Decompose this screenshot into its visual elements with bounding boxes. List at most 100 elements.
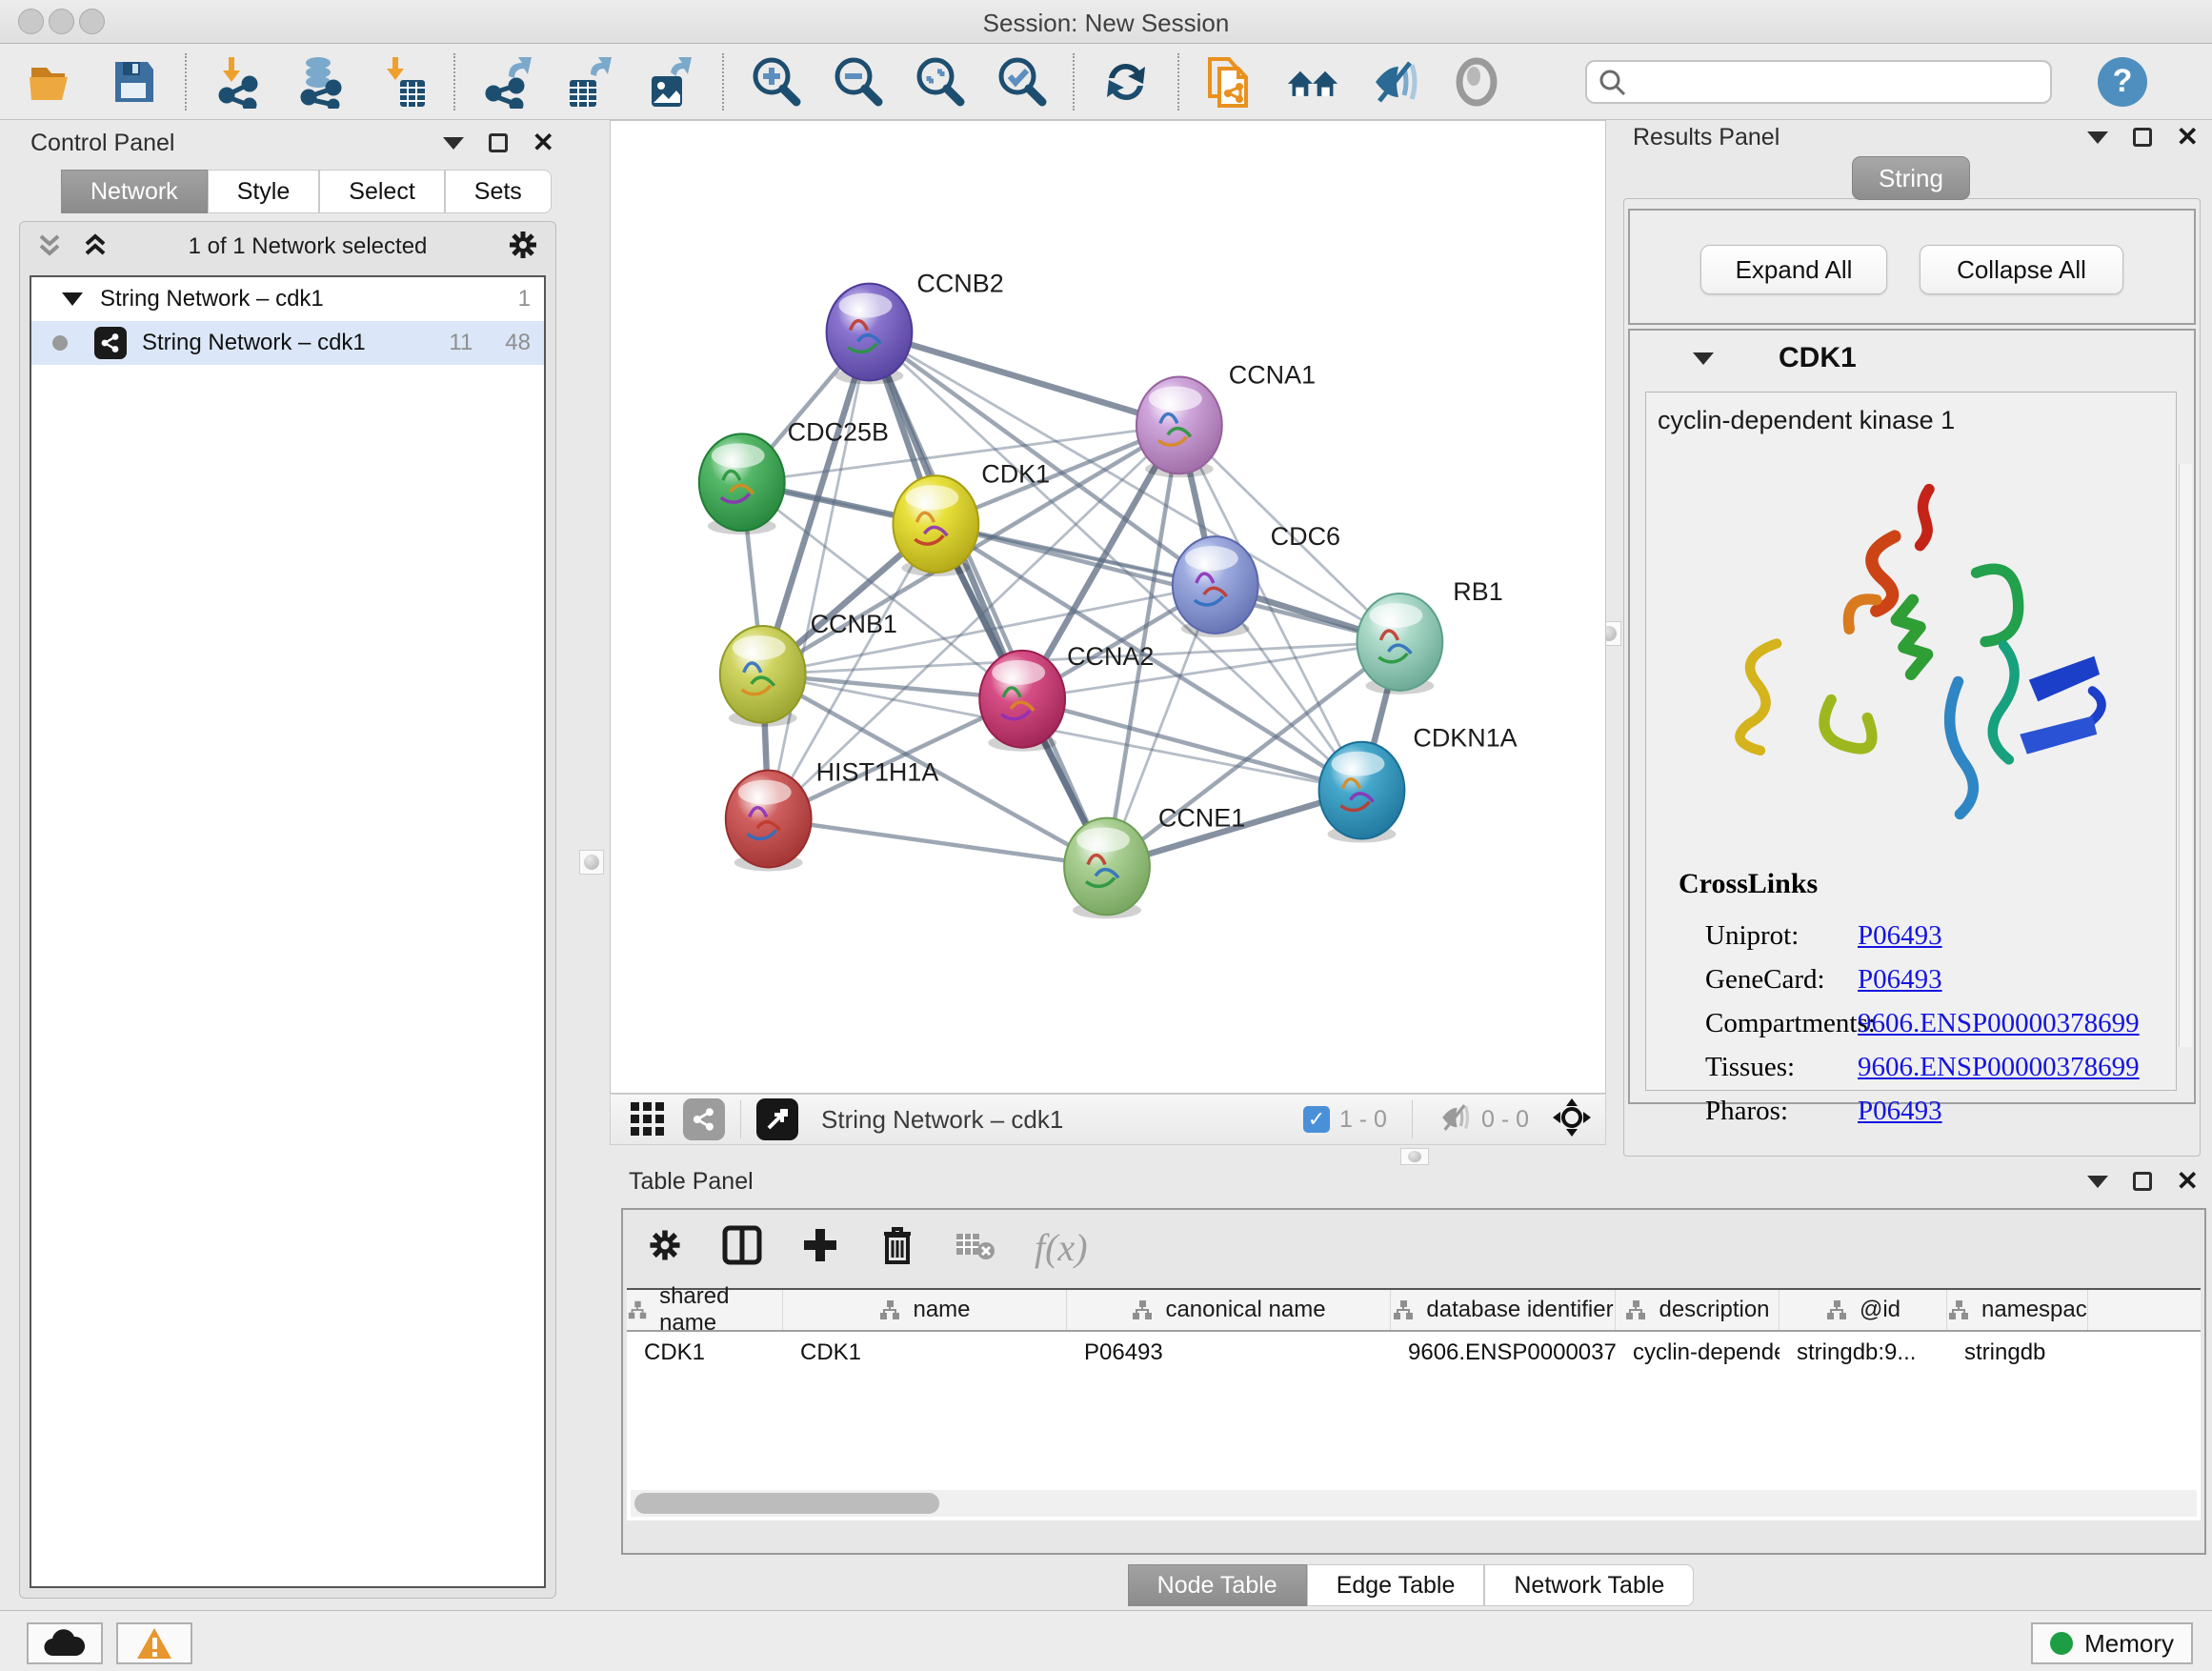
export-network-icon[interactable] [480,55,533,109]
table-tab[interactable]: Network Table [1484,1564,1694,1606]
entry-collapse-icon[interactable] [1693,352,1714,365]
results-panel: Results Panel ✕ String Expand All Collap… [1610,120,2212,1164]
bottom-splitter-handle[interactable] [1400,1148,1429,1165]
table-column-header[interactable]: name [783,1290,1067,1330]
table-column-header[interactable]: namespac [1947,1290,2088,1330]
crosslink-link[interactable]: P06493 [1858,1096,1942,1127]
homes-icon[interactable] [1286,55,1339,109]
export-table-icon[interactable] [562,55,615,109]
crosslink-row: Tissues: 9606.ENSP00000378699 [1679,1045,2176,1089]
warning-status-button[interactable] [116,1622,192,1664]
table-column-header[interactable]: shared name [627,1290,783,1330]
collapse-all-button[interactable]: Collapse All [1920,245,2123,294]
delete-table-icon[interactable] [955,1228,996,1267]
table-cell[interactable]: 9606.ENSP00000378699 [1391,1332,1616,1374]
annotation-share-icon[interactable] [1204,55,1257,109]
open-session-icon[interactable] [25,55,78,109]
network-options-gear-icon[interactable] [506,228,540,267]
network-svg: CCNB2CCNA1CDC25BCDK1CDC6RB1CCNB1CCNA2CDK… [611,121,1605,1093]
column-type-icon [627,1299,648,1321]
crosslink-link[interactable]: P06493 [1858,920,1942,952]
panel-float-icon[interactable] [2133,128,2152,147]
panel-float-icon[interactable] [489,133,508,152]
search-icon [1599,69,1627,102]
show-eye-icon[interactable] [1450,55,1503,109]
expand-all-networks-icon[interactable] [81,231,110,264]
panel-close-icon[interactable]: ✕ [2177,1172,2199,1191]
birdseye-view-icon[interactable] [756,1098,798,1140]
import-table-icon[interactable] [375,55,429,109]
panel-close-icon[interactable]: ✕ [533,133,554,152]
table-cell[interactable]: cyclin-dependent ... [1616,1332,1780,1374]
import-database-icon[interactable] [293,55,347,109]
table-hscrollbar-thumb[interactable] [634,1493,939,1514]
crosslink-label: Tissues: [1679,1052,1858,1083]
crosslink-link[interactable]: P06493 [1858,964,1942,996]
zoom-out-icon[interactable] [831,55,884,109]
table-tab[interactable]: Node Table [1128,1564,1307,1606]
left-splitter-handle[interactable] [579,850,604,875]
panel-menu-icon[interactable] [2087,131,2108,144]
collapse-all-networks-icon[interactable] [35,231,64,264]
crosslink-label: Pharos: [1679,1096,1858,1127]
network-row[interactable]: String Network – cdk1 11 48 [31,321,544,365]
table-column-header[interactable]: description [1616,1290,1780,1330]
crosslink-link[interactable]: 9606.ENSP00000378699 [1858,1008,2140,1039]
results-scrollbar[interactable] [2179,464,2192,1047]
zoom-selected-icon[interactable] [995,55,1048,109]
table-panel-title: Table Panel [610,1168,754,1196]
crosslink-row: Pharos: P06493 [1679,1089,2176,1133]
search-input[interactable] [1585,60,2052,104]
table-hscrollbar[interactable] [631,1490,2197,1517]
table-tab[interactable]: Edge Table [1307,1564,1485,1606]
protein-structure-image [1687,462,2135,843]
table-settings-gear-icon[interactable] [646,1226,684,1269]
tab-string[interactable]: String [1852,156,1970,200]
refresh-icon[interactable] [1099,55,1153,109]
panel-close-icon[interactable]: ✕ [2177,128,2199,147]
save-session-icon[interactable] [107,55,160,109]
panel-float-icon[interactable] [2133,1172,2152,1191]
panel-menu-icon[interactable] [443,137,464,150]
control-panel-tab[interactable]: Network [61,170,208,213]
table-cell[interactable]: CDK1 [783,1332,1067,1374]
string-view-icon[interactable] [683,1098,725,1140]
table-cell[interactable]: stringdb:9... [1780,1332,1947,1374]
locate-crosshair-icon[interactable] [1552,1097,1592,1142]
grid-view-icon[interactable] [624,1093,672,1146]
table-column-header[interactable]: canonical name [1067,1290,1391,1330]
table-column-header[interactable]: @id [1780,1290,1947,1330]
svg-text:CCNA1: CCNA1 [1229,360,1316,389]
cloud-status-button[interactable] [27,1622,103,1664]
table-row[interactable]: CDK1CDK1P064939606.ENSP00000378699cyclin… [627,1332,2201,1374]
function-builder-icon[interactable]: f(x) [1035,1225,1088,1270]
table-cell[interactable]: P06493 [1067,1332,1391,1374]
network-collection-row[interactable]: String Network – cdk1 1 [31,277,544,321]
add-column-icon[interactable] [800,1225,840,1270]
memory-button[interactable]: Memory [2031,1622,2193,1664]
status-bar: Memory [0,1610,2212,1671]
zoom-fit-icon[interactable] [913,55,966,109]
control-panel-tab[interactable]: Sets [445,170,552,213]
export-image-icon[interactable] [644,55,697,109]
table-cell[interactable]: CDK1 [627,1332,783,1374]
network-canvas[interactable]: CCNB2CCNA1CDC25BCDK1CDC6RB1CCNB1CCNA2CDK… [610,120,1606,1094]
hide-eye-icon[interactable] [1368,55,1421,109]
svg-text:CDK1: CDK1 [981,459,1050,488]
table-cell[interactable]: stringdb [1947,1332,2045,1374]
entry-name: CDK1 [1779,342,1857,374]
control-panel-tab[interactable]: Select [319,170,444,213]
delete-column-icon[interactable] [878,1224,916,1271]
table-column-header[interactable]: database identifier [1391,1290,1616,1330]
import-network-icon[interactable] [211,55,265,109]
collection-expand-icon[interactable] [62,292,83,306]
expand-all-button[interactable]: Expand All [1700,245,1887,294]
show-columns-icon[interactable] [722,1225,762,1270]
help-icon[interactable]: ? [2098,57,2147,107]
panel-menu-icon[interactable] [2087,1176,2108,1188]
zoom-in-icon[interactable] [749,55,802,109]
main-toolbar: ? [0,44,2212,120]
control-panel-tab[interactable]: Style [208,170,320,213]
crosslink-link[interactable]: 9606.ENSP00000378699 [1858,1052,2140,1083]
selected-checkbox-icon[interactable]: ✓ [1303,1106,1330,1133]
